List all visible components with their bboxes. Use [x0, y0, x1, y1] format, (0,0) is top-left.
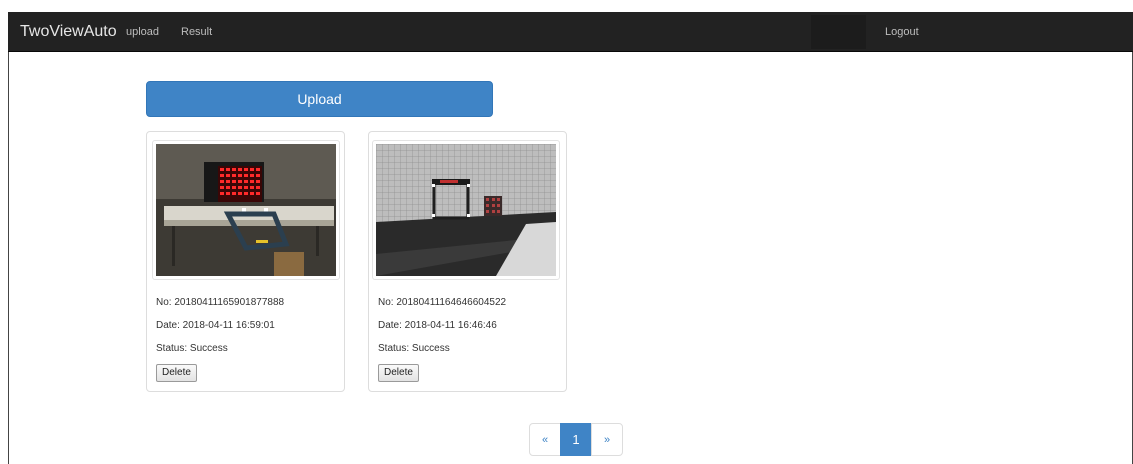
- delete-button[interactable]: Delete: [378, 364, 419, 382]
- result-number: No: 20180411164646604522: [378, 297, 507, 308]
- result-card: No: 20180411164646604522 Date: 2018-04-1…: [368, 131, 567, 392]
- frame-border-left: [8, 52, 9, 464]
- top-navbar: TwoViewAuto upload Result Logout: [8, 12, 1133, 52]
- result-status: Status: Success: [378, 343, 450, 354]
- result-date: Date: 2018-04-11 16:46:46: [378, 320, 497, 331]
- nav-logout-link[interactable]: Logout: [885, 26, 919, 38]
- result-card: No: 20180411165901877888 Date: 2018-04-1…: [146, 131, 345, 392]
- result-number: No: 20180411165901877888: [156, 297, 285, 308]
- result-date: Date: 2018-04-11 16:59:01: [156, 320, 275, 331]
- upload-button[interactable]: Upload: [146, 81, 493, 117]
- brand-link[interactable]: TwoViewAuto: [20, 23, 117, 41]
- nav-result-link[interactable]: Result: [181, 26, 212, 38]
- calibration-photo-image: [156, 144, 336, 276]
- nav-user-box: [811, 15, 866, 49]
- result-status: Status: Success: [156, 343, 228, 354]
- calibration-photo-image: [376, 144, 556, 276]
- pagination-page[interactable]: 1: [560, 423, 592, 456]
- result-thumbnail[interactable]: [152, 140, 340, 280]
- pagination-next[interactable]: »: [591, 423, 623, 456]
- pagination: « 1 »: [529, 423, 623, 456]
- result-thumbnail[interactable]: [372, 140, 560, 280]
- nav-upload-link[interactable]: upload: [126, 26, 159, 38]
- pagination-prev[interactable]: «: [529, 423, 561, 456]
- delete-button[interactable]: Delete: [156, 364, 197, 382]
